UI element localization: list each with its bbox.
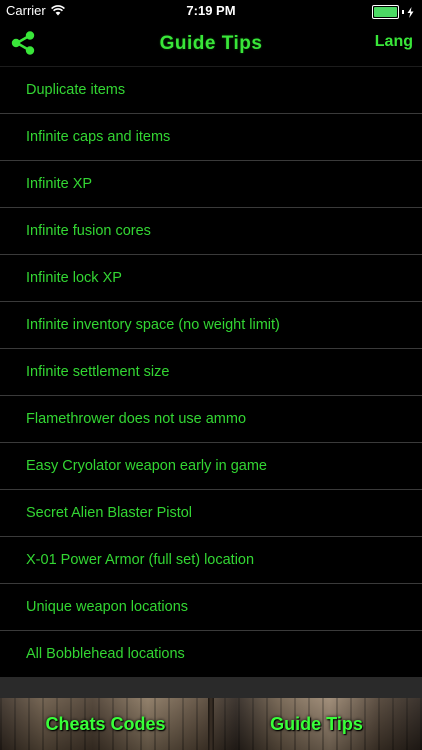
tips-list[interactable]: Duplicate items Infinite caps and items In… bbox=[0, 67, 422, 677]
lang-button[interactable]: Lang bbox=[375, 33, 413, 51]
list-item-label: Easy Cryolator weapon early in game bbox=[26, 458, 267, 474]
list-item[interactable]: Infinite caps and items bbox=[0, 114, 422, 161]
battery-cap bbox=[402, 10, 404, 14]
list-item-label: Infinite inventory space (no weight limi… bbox=[26, 317, 280, 333]
list-item-label: Secret Alien Blaster Pistol bbox=[26, 505, 193, 521]
list-item[interactable]: Infinite settlement size bbox=[0, 349, 422, 396]
list-item-label: All Bobblehead locations bbox=[26, 646, 185, 662]
list-footer-band bbox=[0, 677, 422, 698]
list-item[interactable]: Infinite fusion cores bbox=[0, 208, 422, 255]
list-item[interactable]: All Bobblehead locations bbox=[0, 631, 422, 677]
list-item[interactable]: Infinite XP bbox=[0, 161, 422, 208]
list-item-label: Infinite fusion cores bbox=[26, 223, 151, 239]
nav-bar: Guide Tips Lang bbox=[0, 22, 422, 67]
list-item[interactable]: Flamethrower does not use ammo bbox=[0, 396, 422, 443]
list-item[interactable]: Unique weapon locations bbox=[0, 584, 422, 631]
tab-bar: Cheats Codes Guide Tips bbox=[0, 698, 422, 750]
battery-icon bbox=[372, 5, 399, 19]
list-item-label: Infinite XP bbox=[26, 176, 93, 192]
list-item-label: Unique weapon locations bbox=[26, 599, 189, 615]
battery-indicator bbox=[372, 5, 414, 19]
list-item[interactable]: Infinite inventory space (no weight limi… bbox=[0, 302, 422, 349]
battery-fill bbox=[374, 7, 397, 17]
list-item-label: Infinite lock XP bbox=[26, 270, 122, 286]
list-item-label: Flamethrower does not use ammo bbox=[26, 411, 247, 427]
list-item[interactable]: Secret Alien Blaster Pistol bbox=[0, 490, 422, 537]
status-bar: Carrier 7:19 PM bbox=[0, 0, 422, 22]
tab-cheats-codes[interactable]: Cheats Codes bbox=[0, 698, 211, 750]
charging-bolt-icon bbox=[407, 6, 414, 18]
page-title: Guide Tips bbox=[159, 33, 263, 54]
list-item[interactable]: Duplicate items bbox=[0, 67, 422, 114]
list-item[interactable]: X-01 Power Armor (full set) location bbox=[0, 537, 422, 584]
list-item[interactable]: Easy Cryolator weapon early in game bbox=[0, 443, 422, 490]
list-item-label: Infinite settlement size bbox=[26, 364, 170, 380]
list-item-label: X-01 Power Armor (full set) location bbox=[26, 552, 255, 568]
tab-guide-tips[interactable]: Guide Tips bbox=[211, 698, 422, 750]
list-item-label: Duplicate items bbox=[26, 82, 126, 98]
list-item[interactable]: Infinite lock XP bbox=[0, 255, 422, 302]
list-item-label: Infinite caps and items bbox=[26, 129, 171, 145]
status-time: 7:19 PM bbox=[186, 3, 236, 18]
